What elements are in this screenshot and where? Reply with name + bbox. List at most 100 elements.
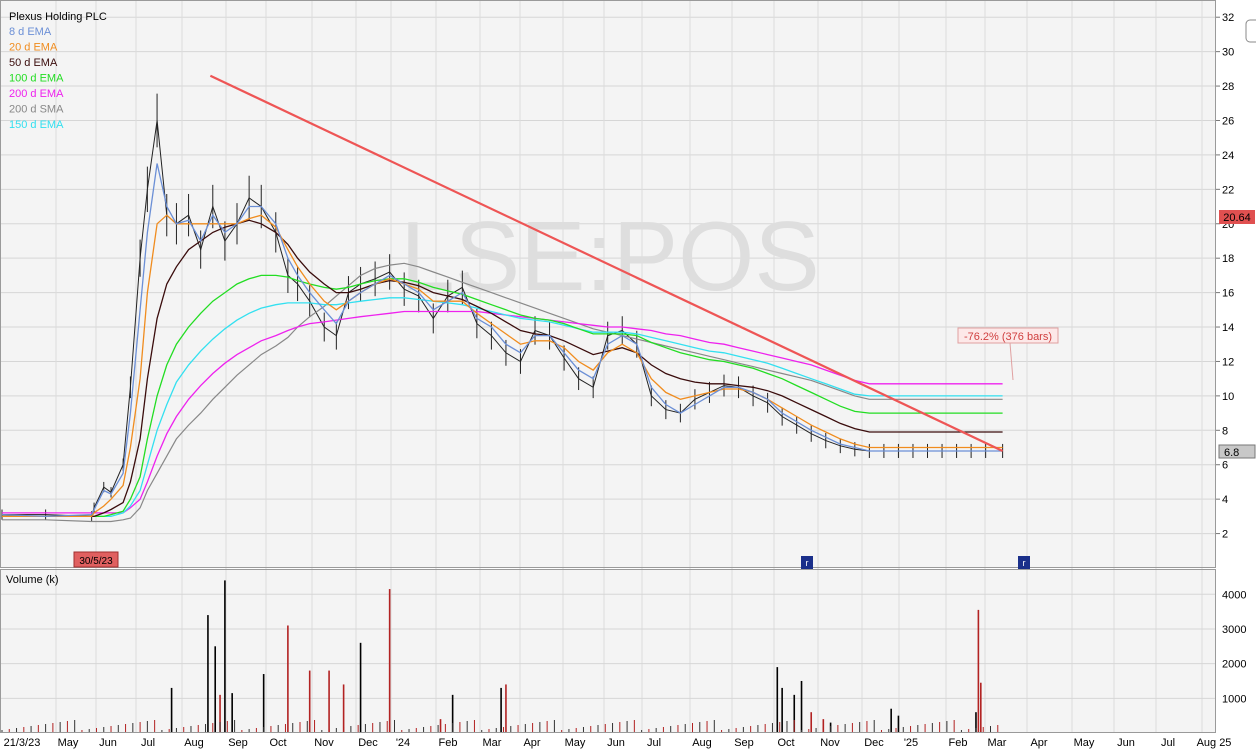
volume-bar — [793, 720, 795, 733]
price-tick-label: 10 — [1222, 391, 1234, 403]
volume-bar — [866, 721, 868, 733]
volume-bar — [505, 684, 507, 733]
price-tick-label: 6 — [1222, 460, 1228, 472]
time-tick-label: Jun — [1117, 737, 1135, 749]
volume-bar — [205, 724, 207, 733]
volume-bar — [946, 721, 948, 733]
time-tick-label: Mar — [988, 737, 1007, 749]
volume-bar — [890, 708, 892, 733]
volume-bar — [234, 720, 236, 733]
volume-bar — [439, 719, 442, 733]
volume-bar — [677, 725, 679, 733]
volume-bar — [262, 674, 265, 733]
time-tick-label: Apr — [523, 737, 540, 749]
volume-bar — [939, 722, 941, 733]
volume-bar — [146, 721, 148, 733]
time-tick-label: Dec — [358, 737, 378, 749]
time-tick-label: Jun — [607, 737, 625, 749]
volume-bar — [633, 720, 635, 733]
volume-label: Volume (k) — [6, 574, 59, 586]
volume-bar — [953, 720, 955, 733]
price-tick-label: 18 — [1222, 253, 1234, 265]
time-tick-label: Jun — [99, 737, 117, 749]
time-tick-label: Dec — [864, 737, 884, 749]
legend-item: 8 d EMA — [9, 26, 52, 38]
price-tick-label: 26 — [1222, 115, 1234, 127]
volume-bar — [764, 724, 766, 733]
volume-bar — [154, 720, 156, 733]
volume-bar — [224, 580, 226, 733]
volume-bar — [510, 726, 512, 733]
volume-bar — [212, 723, 214, 733]
volume-bar — [706, 721, 708, 733]
volume-bar — [125, 724, 127, 733]
start-date-label: 30/5/23 — [79, 556, 113, 567]
volume-bar — [270, 726, 272, 733]
volume-bar — [532, 723, 534, 733]
volume-bar — [779, 722, 781, 733]
volume-bar — [379, 722, 381, 733]
chart-root: LSE:POS 2 4 6 8 10 12 14 16 18 20 22 24 26 28 30 32 100… — [0, 0, 1256, 753]
last-price-label: 20.64 — [1223, 212, 1251, 224]
volume-bar — [844, 724, 846, 733]
volume-bar — [931, 723, 933, 733]
volume-bar — [810, 712, 813, 733]
volume-bar — [52, 723, 54, 733]
volume-bar — [299, 722, 301, 733]
volume-bar — [308, 670, 311, 733]
scroll-handle[interactable] — [1245, 19, 1256, 43]
volume-bar — [231, 693, 233, 733]
time-tick-label: Sep — [228, 737, 248, 749]
time-tick-label: Apr — [1030, 737, 1047, 749]
volume-bar — [74, 720, 76, 733]
price-tick-label: 22 — [1222, 184, 1234, 196]
volume-bar — [45, 724, 47, 733]
chart-title: Plexus Holding PLC — [9, 11, 107, 23]
time-tick-label: Nov — [820, 737, 840, 749]
volume-tick-label: 3000 — [1222, 624, 1246, 636]
volume-bar — [359, 642, 362, 733]
volume-bar — [388, 589, 391, 733]
volume-bar — [30, 726, 32, 733]
volume-bar — [539, 722, 541, 733]
price-tick-label: 14 — [1222, 322, 1234, 334]
volume-bar — [350, 726, 352, 733]
time-tick-label: Oct — [269, 737, 286, 749]
volume-bar — [837, 725, 839, 733]
volume-bar — [430, 726, 432, 733]
trend-annotation: -76.2% (376 bars) — [964, 331, 1052, 343]
volume-bar — [37, 725, 39, 733]
legend: 8 d EMA 20 d EMA 50 d EMA 100 d EMA 200 d EM… — [9, 26, 64, 131]
legend-item: 50 d EMA — [9, 57, 58, 69]
volume-bar — [357, 725, 359, 733]
volume-bar — [851, 723, 853, 733]
time-tick-label: May — [565, 737, 586, 749]
volume-bar — [670, 726, 672, 733]
volume-bar — [444, 724, 446, 733]
volume-bar — [59, 722, 61, 733]
time-tick-label: Feb — [439, 737, 458, 749]
time-tick-label: Feb — [949, 737, 968, 749]
volume-bar — [314, 720, 316, 733]
volume-bar — [977, 609, 980, 733]
volume-bar — [997, 725, 999, 733]
volume-bar — [306, 721, 308, 733]
volume-bar — [873, 720, 875, 733]
time-tick-label: '25 — [904, 737, 918, 749]
volume-bar — [612, 723, 614, 733]
volume-bar — [372, 723, 374, 733]
legend-item: 20 d EMA — [9, 42, 58, 54]
time-tick-label: Jul — [141, 737, 155, 749]
price-tick-label: 28 — [1222, 81, 1234, 93]
event-marker-1-label: r — [806, 558, 809, 568]
volume-bar — [277, 725, 279, 733]
volume-bar — [190, 726, 192, 733]
event-marker-2-label: r — [1023, 558, 1026, 568]
volume-bar — [219, 722, 221, 733]
volume-bar — [626, 721, 628, 733]
chart-svg: LSE:POS 2468101214161820222426283032 100… — [0, 0, 1256, 753]
volume-bar — [597, 725, 599, 733]
volume-bar — [214, 646, 217, 733]
legend-item: 150 d EMA — [9, 119, 64, 131]
volume-bar — [604, 724, 606, 733]
